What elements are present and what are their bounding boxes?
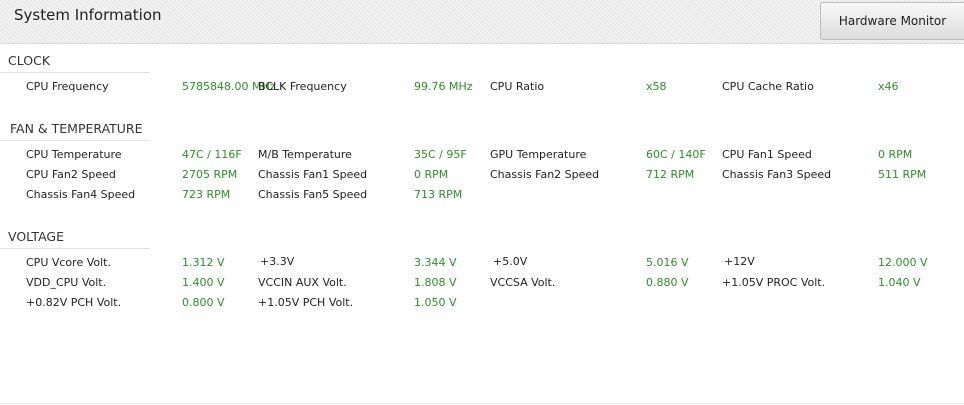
cpu-fan2-speed-label: CPU Fan2 Speed	[26, 168, 116, 181]
section-divider	[0, 72, 150, 73]
cpu-temperature-label: CPU Temperature	[26, 148, 122, 161]
chassis-fan4-speed-value: 723 RPM	[182, 188, 231, 201]
plus-1v05-pch-volt-label: +1.05V PCH Volt.	[258, 296, 354, 309]
cpu-fan1-speed-value: 0 RPM	[878, 148, 913, 161]
chassis-fan1-speed-value: 0 RPM	[414, 168, 449, 181]
cpu-cache-ratio-label: CPU Cache Ratio	[722, 80, 814, 93]
cpu-fan1-speed-label: CPU Fan1 Speed	[722, 148, 812, 161]
plus-3v3-value: 3.344 V	[414, 256, 457, 269]
chassis-fan2-speed-label: Chassis Fan2 Speed	[490, 168, 600, 181]
plus-5v-label: +5.0V	[493, 255, 528, 268]
plus-12v-value: 12.000 V	[878, 256, 928, 269]
cpu-vcore-volt-label: CPU Vcore Volt.	[26, 256, 111, 269]
plus-0v82-pch-volt-label: +0.82V PCH Volt.	[26, 296, 122, 309]
vdd-cpu-volt-value: 1.400 V	[182, 276, 225, 289]
cpu-temperature-value: 47C / 116F	[182, 148, 242, 161]
cpu-cache-ratio-value: x46	[878, 80, 899, 93]
vccin-aux-volt-value: 1.808 V	[414, 276, 457, 289]
plus-12v-label: +12V	[724, 255, 755, 268]
section-divider	[0, 140, 150, 141]
plus-3v3-label: +3.3V	[260, 255, 295, 268]
page-title: System Information	[14, 6, 162, 24]
vccsa-volt-value: 0.880 V	[646, 276, 689, 289]
chassis-fan5-speed-value: 713 RPM	[414, 188, 463, 201]
vccin-aux-volt-label: VCCIN AUX Volt.	[258, 276, 347, 289]
chassis-fan2-speed-value: 712 RPM	[646, 168, 695, 181]
gpu-temperature-value: 60C / 140F	[646, 148, 706, 161]
vdd-cpu-volt-label: VDD_CPU Volt.	[26, 276, 107, 289]
plus-1v05-proc-volt-label: +1.05V PROC Volt.	[722, 276, 826, 289]
cpu-ratio-value: x58	[646, 80, 667, 93]
chassis-fan5-speed-label: Chassis Fan5 Speed	[258, 188, 368, 201]
chassis-fan4-speed-label: Chassis Fan4 Speed	[26, 188, 136, 201]
section-title-voltage: VOLTAGE	[8, 229, 64, 244]
gpu-temperature-label: GPU Temperature	[490, 148, 587, 161]
section-title-fan-temperature: FAN & TEMPERATURE	[10, 121, 143, 136]
plus-1v05-pch-volt-value: 1.050 V	[414, 296, 457, 309]
bottom-divider	[0, 403, 964, 404]
plus-0v82-pch-volt-value: 0.800 V	[182, 296, 225, 309]
cpu-vcore-volt-value: 1.312 V	[182, 256, 225, 269]
header-bar: System Information Hardware Monitor	[0, 0, 964, 44]
bclk-frequency-value: 99.76 MHz	[414, 80, 473, 93]
bclk-frequency-label: BCLK Frequency	[258, 80, 347, 93]
chassis-fan3-speed-label: Chassis Fan3 Speed	[722, 168, 832, 181]
cpu-frequency-label: CPU Frequency	[26, 80, 109, 93]
cpu-fan2-speed-value: 2705 RPM	[182, 168, 238, 181]
section-divider	[0, 248, 150, 249]
chassis-fan1-speed-label: Chassis Fan1 Speed	[258, 168, 368, 181]
mb-temperature-value: 35C / 95F	[414, 148, 467, 161]
cpu-ratio-label: CPU Ratio	[490, 80, 545, 93]
plus-5v-value: 5.016 V	[646, 256, 689, 269]
vccsa-volt-label: VCCSA Volt.	[490, 276, 556, 289]
plus-1v05-proc-volt-value: 1.040 V	[878, 276, 921, 289]
mb-temperature-label: M/B Temperature	[258, 148, 352, 161]
chassis-fan3-speed-value: 511 RPM	[878, 168, 927, 181]
hardware-monitor-button[interactable]: Hardware Monitor	[820, 2, 964, 40]
section-title-clock: CLOCK	[8, 53, 51, 68]
